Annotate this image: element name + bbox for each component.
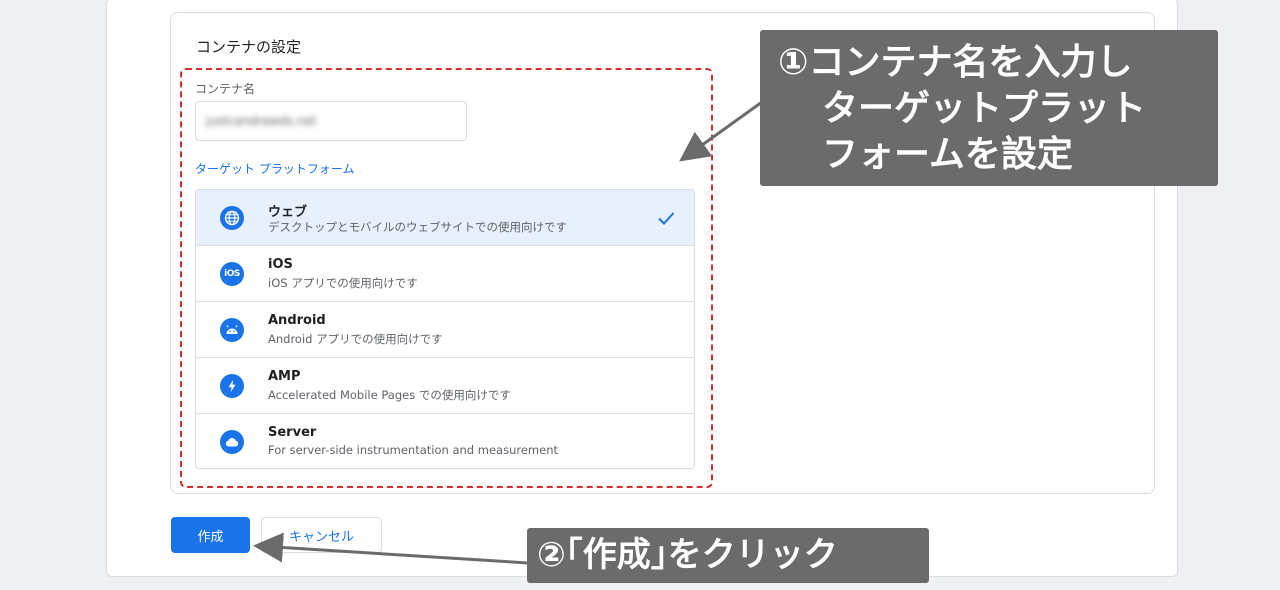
platform-description: iOS アプリでの使用向けです [268, 276, 418, 290]
cloud-icon [220, 430, 244, 454]
platform-description: デスクトップとモバイルのウェブサイトでの使用向けです [268, 220, 567, 234]
android-icon [220, 318, 244, 342]
checkmark-icon [658, 212, 675, 225]
callout-line: ターゲットプラット [822, 88, 1147, 129]
platform-title: AMP [268, 369, 301, 384]
platform-option-web[interactable]: ウェブ デスクトップとモバイルのウェブサイトでの使用向けです [196, 190, 694, 246]
ios-icon: iOS [220, 262, 244, 286]
callout-line: ①コンテナ名を入力し [778, 42, 1133, 83]
platform-list: ウェブ デスクトップとモバイルのウェブサイトでの使用向けです iOS iOS i… [195, 189, 695, 469]
platform-title: iOS [268, 257, 293, 272]
target-platform-label: ターゲット プラットフォーム [195, 162, 355, 176]
cancel-button[interactable]: キャンセル [261, 517, 382, 553]
platform-option-server[interactable]: Server For server-side instrumentation a… [196, 414, 694, 468]
platform-description: For server-side instrumentation and meas… [268, 443, 558, 457]
lightning-icon [220, 374, 244, 398]
container-name-value: justcandrawds.net [206, 114, 317, 128]
annotation-callout-step-2: ②｢作成｣をクリック [527, 528, 929, 583]
container-name-input[interactable]: justcandrawds.net [195, 101, 467, 141]
platform-description: Android アプリでの使用向けです [268, 332, 443, 346]
globe-icon [220, 206, 244, 230]
create-button[interactable]: 作成 [171, 517, 250, 553]
callout-line: フォームを設定 [822, 134, 1073, 175]
platform-title: Android [268, 313, 326, 328]
platform-option-amp[interactable]: AMP Accelerated Mobile Pages での使用向けです [196, 358, 694, 414]
platform-option-android[interactable]: Android Android アプリでの使用向けです [196, 302, 694, 358]
container-name-label: コンテナ名 [195, 82, 256, 96]
platform-option-ios[interactable]: iOS iOS iOS アプリでの使用向けです [196, 246, 694, 302]
platform-description: Accelerated Mobile Pages での使用向けです [268, 388, 511, 402]
card-title: コンテナの設定 [196, 38, 302, 56]
platform-title: Server [268, 425, 317, 440]
platform-title: ウェブ [268, 205, 308, 220]
annotation-callout-step-1: ①コンテナ名を入力し ターゲットプラット フォームを設定 [760, 30, 1218, 186]
